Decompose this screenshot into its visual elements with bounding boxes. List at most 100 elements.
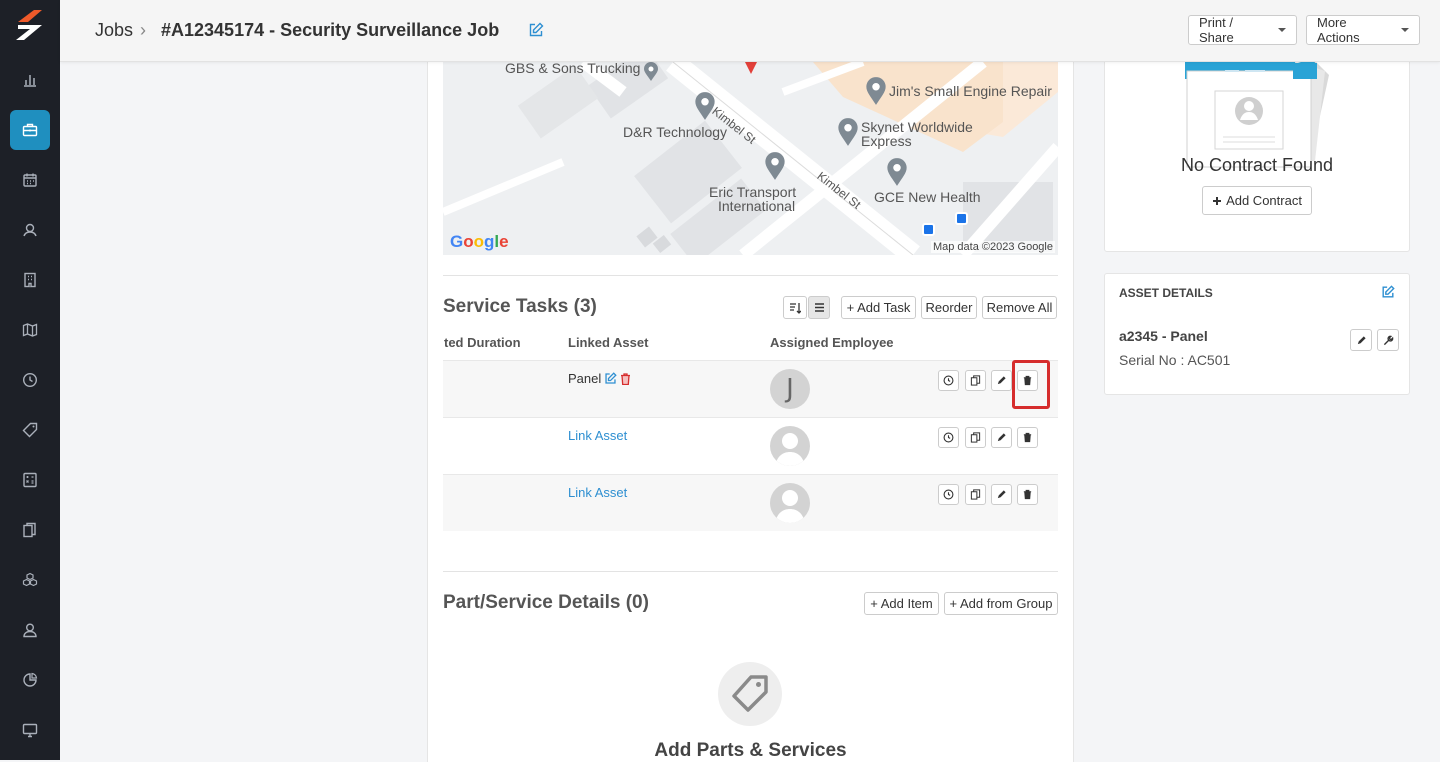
edit-asset-button[interactable]	[1350, 329, 1372, 351]
breadcrumb-jobs[interactable]: Jobs	[95, 20, 133, 41]
print-share-button[interactable]: Print / Share	[1188, 15, 1297, 45]
edit-title-icon[interactable]	[528, 22, 544, 38]
avatar: J	[770, 369, 810, 409]
list-view-button[interactable]	[808, 296, 830, 319]
linked-asset-cell: Panel	[568, 371, 631, 386]
clock-icon	[943, 375, 954, 386]
link-asset-link[interactable]: Link Asset	[568, 428, 627, 443]
duplicate-button[interactable]	[965, 484, 986, 505]
app-logo[interactable]	[14, 8, 46, 42]
delete-task-button[interactable]	[1017, 484, 1038, 505]
nav-documents[interactable]	[10, 510, 50, 550]
service-asset-button[interactable]	[1377, 329, 1399, 351]
pie-chart-icon	[23, 672, 38, 687]
nav-analytics[interactable]	[10, 660, 50, 700]
map-label: GCE New Health	[874, 189, 981, 205]
clock-icon	[943, 489, 954, 500]
map-label: Jim's Small Engine Repair	[889, 83, 1052, 99]
add-contract-button[interactable]: Add Contract	[1202, 186, 1312, 215]
time-log-button[interactable]	[938, 427, 959, 448]
sidebar	[0, 0, 60, 760]
parts-empty-title: Add Parts & Services	[654, 740, 847, 761]
map-attribution[interactable]: Map data ©2023 Google	[930, 241, 1055, 253]
edit-task-button[interactable]	[991, 484, 1012, 505]
nav-display[interactable]	[10, 710, 50, 750]
map-pin-icon	[866, 77, 886, 105]
chevron-down-icon	[1401, 28, 1409, 32]
sort-button[interactable]	[783, 296, 807, 319]
nav-estimates[interactable]	[10, 460, 50, 500]
asset-name[interactable]: a2345 - Panel	[1119, 328, 1208, 344]
no-contract-illustration	[1185, 61, 1329, 168]
add-task-button[interactable]: + Add Task	[841, 296, 916, 319]
tag-icon	[732, 675, 768, 712]
destination-pin-icon[interactable]	[743, 62, 759, 76]
nav-calendar[interactable]	[10, 160, 50, 200]
map-label: D&R Technology	[623, 124, 728, 140]
tag-icon	[22, 422, 38, 438]
edit-task-button[interactable]	[991, 427, 1012, 448]
more-actions-label: More Actions	[1317, 15, 1360, 45]
monitor-icon	[22, 723, 38, 738]
linked-asset-cell: Link Asset	[568, 428, 627, 443]
column-header-assigned-employee[interactable]: Assigned Employee	[770, 335, 894, 350]
top-bar: Jobs › #A12345174 - Security Surveillanc…	[60, 0, 1440, 62]
map-label: Express	[861, 133, 912, 149]
map-label: GBS & Sons Trucking	[505, 62, 641, 76]
nav-customers[interactable]	[10, 210, 50, 250]
job-location-map[interactable]: GBS & Sons Trucking Jim's Small Engine R…	[443, 62, 1058, 255]
clock-icon	[943, 432, 954, 443]
edit-asset-icon[interactable]	[604, 372, 617, 385]
edit-asset-details-icon[interactable]	[1381, 285, 1395, 299]
nav-reports[interactable]	[10, 60, 50, 100]
map-pin-icon	[644, 62, 658, 81]
nav-inventory[interactable]	[10, 560, 50, 600]
wrench-icon	[1383, 335, 1393, 345]
calculator-icon	[23, 472, 37, 488]
copy-icon	[970, 489, 981, 500]
calendar-icon	[23, 173, 37, 187]
nav-jobs[interactable]	[10, 110, 50, 150]
remove-all-button[interactable]: Remove All	[982, 296, 1057, 319]
user-icon	[23, 623, 37, 638]
column-header-duration[interactable]: ted Duration	[444, 335, 521, 350]
delete-task-button[interactable]	[1017, 427, 1038, 448]
duplicate-button[interactable]	[965, 370, 986, 391]
time-log-button[interactable]	[938, 484, 959, 505]
duplicate-button[interactable]	[965, 427, 986, 448]
google-logo: Google	[450, 232, 509, 251]
time-log-button[interactable]	[938, 370, 959, 391]
page-title: #A12345174 - Security Surveillance Job	[161, 20, 500, 40]
table-row: Link Asset	[443, 417, 1058, 474]
trash-icon	[1023, 432, 1032, 443]
map-pin-icon	[838, 118, 858, 146]
documents-icon	[23, 522, 36, 538]
asset-details-heading: ASSET DETAILS	[1119, 286, 1213, 300]
boxes-icon	[22, 572, 38, 587]
pencil-icon	[997, 376, 1006, 385]
clock-icon	[22, 372, 38, 388]
unlink-asset-trash-icon[interactable]	[620, 372, 631, 385]
chevron-down-icon	[1278, 28, 1286, 32]
map-pin-icon	[765, 152, 785, 180]
reorder-button[interactable]: Reorder	[921, 296, 977, 319]
asset-details-card: ASSET DETAILS a2345 - Panel Serial No : …	[1104, 273, 1410, 395]
map-pin-icon	[887, 158, 907, 186]
nav-time[interactable]	[10, 360, 50, 400]
nav-map[interactable]	[10, 310, 50, 350]
building-icon	[24, 272, 36, 288]
add-from-group-button[interactable]: + Add from Group	[944, 592, 1058, 615]
copy-icon	[970, 432, 981, 443]
briefcase-icon	[22, 123, 38, 137]
link-asset-link[interactable]: Link Asset	[568, 485, 627, 500]
nav-pricing[interactable]	[10, 410, 50, 450]
add-contract-label: Add Contract	[1226, 193, 1302, 208]
edit-task-button[interactable]	[991, 370, 1012, 391]
asset-name: Panel	[568, 371, 602, 386]
default-avatar-icon	[775, 433, 805, 466]
nav-users[interactable]	[10, 610, 50, 650]
nav-buildings[interactable]	[10, 260, 50, 300]
more-actions-button[interactable]: More Actions	[1306, 15, 1420, 45]
column-header-linked-asset[interactable]: Linked Asset	[568, 335, 648, 350]
add-item-button[interactable]: + Add Item	[864, 592, 939, 615]
